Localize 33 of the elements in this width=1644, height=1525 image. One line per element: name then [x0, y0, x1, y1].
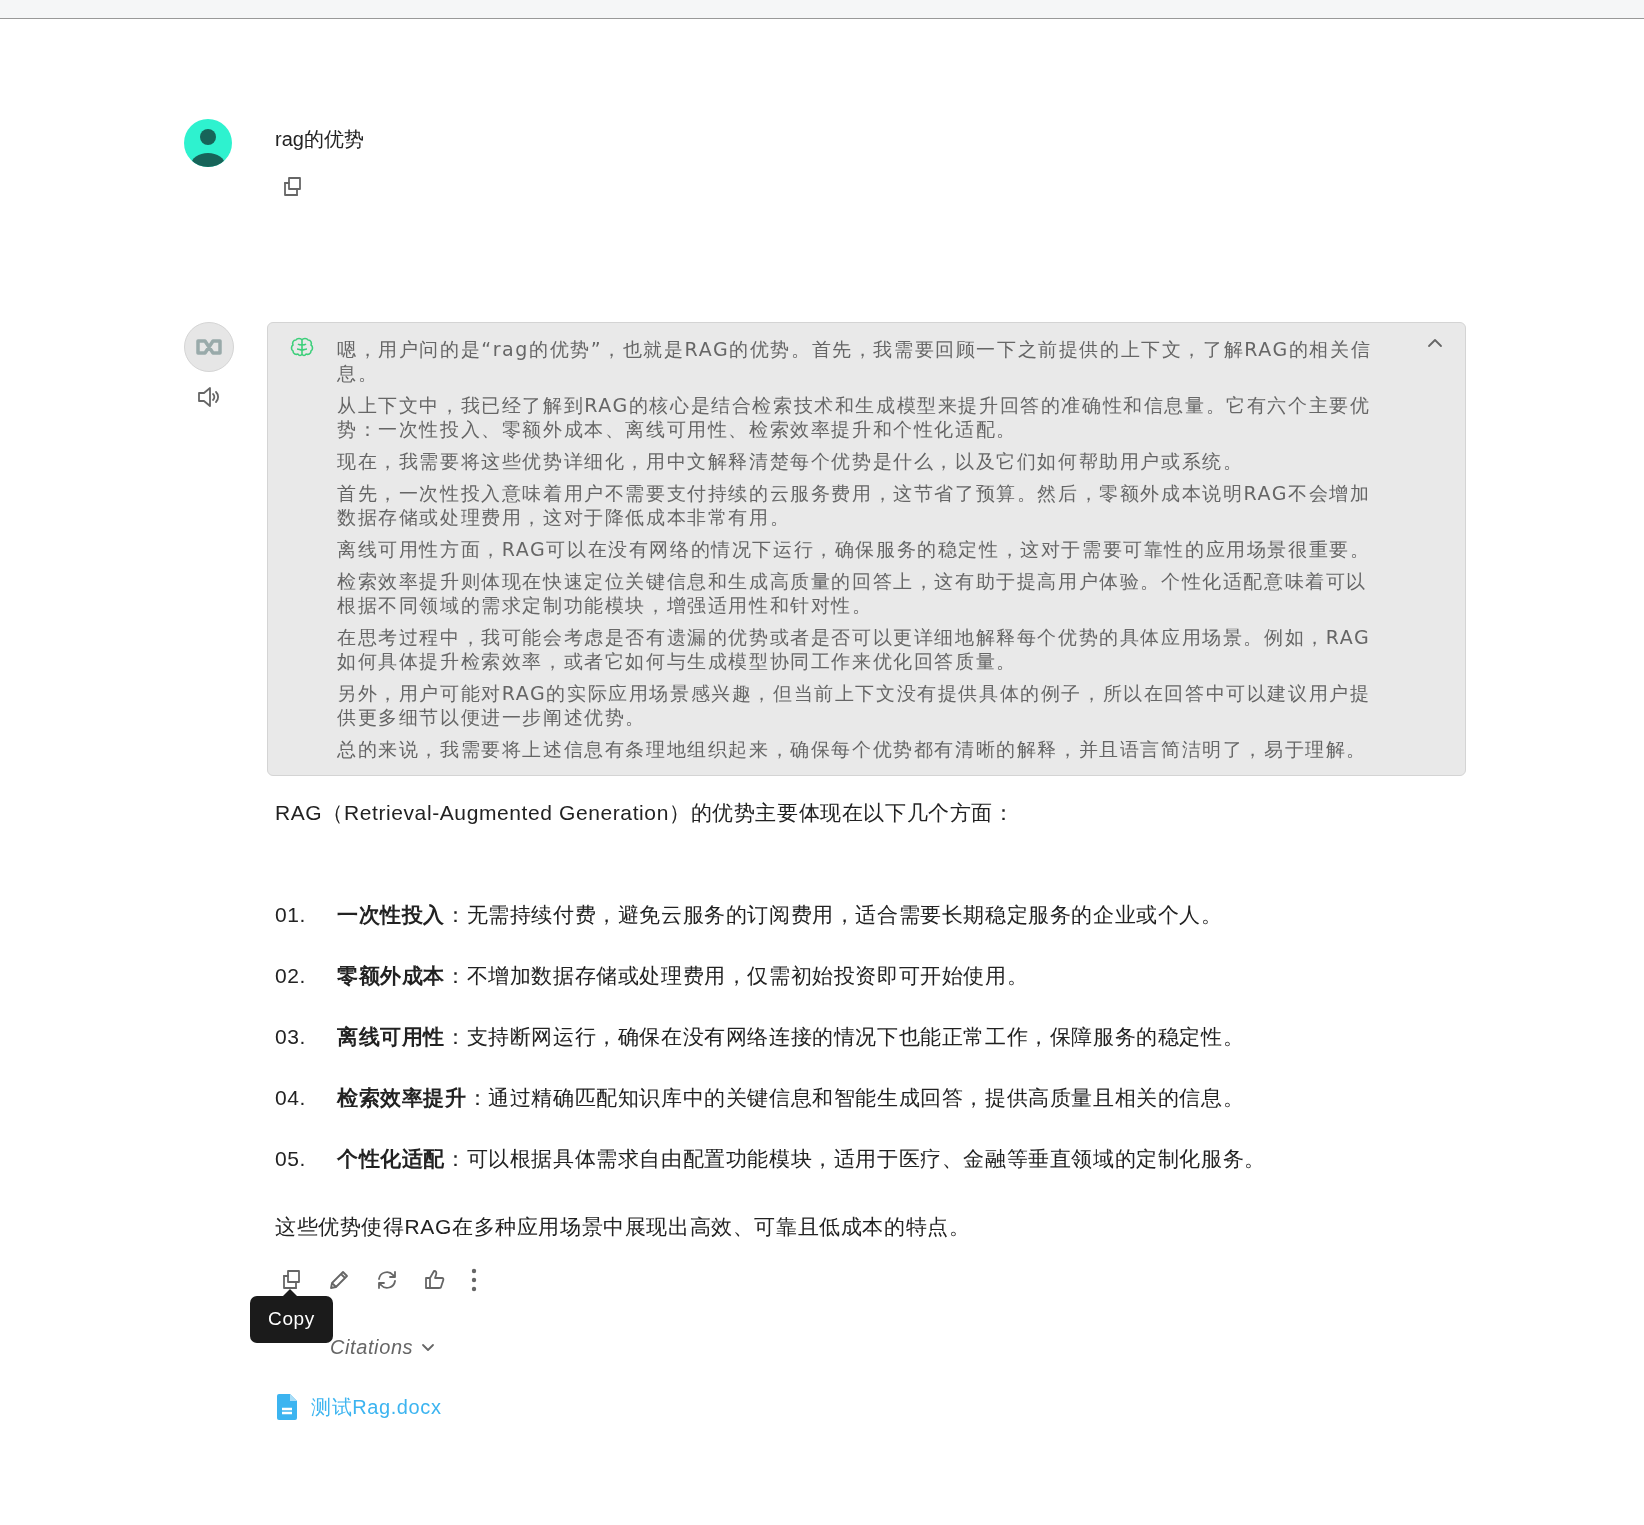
- document-icon: [275, 1393, 299, 1421]
- thinking-paragraph: 总的来说，我需要将上述信息有条理地组织起来，确保每个优势都有清晰的解释，并且语言简洁明了，易于理解。: [337, 737, 1368, 761]
- answer-intro: RAG（Retrieval-Augmented Generation）的优势主要体现在以下几个方面：: [275, 800, 1016, 826]
- list-item-text: 个性化适配：可以根据具体需求自由配置功能模块，适用于医疗、金融等垂直领域的定制化服务。: [337, 1146, 1266, 1172]
- list-number: 01.: [275, 902, 307, 928]
- list-item-text: 检索效率提升：通过精确匹配知识库中的关键信息和智能生成回答，提供高质量且相关的信息。: [337, 1085, 1245, 1111]
- answer-summary: 这些优势使得RAG在多种应用场景中展现出高效、可靠且低成本的特点。: [275, 1214, 972, 1240]
- speaker-icon[interactable]: [196, 384, 222, 410]
- thinking-paragraph: 现在，我需要将这些优势详细化，用中文解释清楚每个优势是什么，以及它们如何帮助用户或系统。: [337, 449, 1245, 473]
- brain-icon: [290, 335, 314, 359]
- thinking-paragraph: 从上下文中，我已经了解到RAG的核心是结合检索技术和生成模型来提升回答的准确性和信息量。它有六个主要优势：一次性投入、零额外成本、离线可用性、检索效率提升和个性化适配。: [337, 393, 1372, 441]
- list-number: 04.: [275, 1085, 307, 1111]
- thumbs-up-icon[interactable]: [423, 1268, 447, 1292]
- thinking-paragraph: 另外，用户可能对RAG的实际应用场景感兴趣，但当前上下文没有提供具体的例子，所以在回答中可以建议用户提供更多细节以便进一步阐述优势。: [337, 681, 1372, 729]
- thinking-paragraph: 检索效率提升则体现在快速定位关键信息和生成高质量的回答上，这有助于提高用户体验。个性化适配意味着可以根据不同领域的需求定制功能模块，增强适用性和针对性。: [337, 569, 1368, 617]
- pencil-icon[interactable]: [327, 1268, 351, 1292]
- user-message: rag的优势: [275, 127, 364, 152]
- list-item-text: 一次性投入：无需持续付费，避免云服务的订阅费用，适合需要长期稳定服务的企业或个人。: [337, 902, 1223, 928]
- thinking-paragraph: 首先，一次性投入意味着用户不需要支付持续的云服务费用，这节省了预算。然后，零额外成本说明RAG不会增加数据存储或处理费用，这对于降低成本非常有用。: [337, 481, 1372, 529]
- list-number: 02.: [275, 963, 307, 989]
- citations-toggle[interactable]: Citations: [330, 1332, 436, 1362]
- refresh-icon[interactable]: [375, 1268, 399, 1292]
- assistant-avatar: [184, 322, 234, 372]
- more-options-icon[interactable]: [471, 1268, 477, 1292]
- thinking-paragraph: 嗯，用户问的是“rag的优势”，也就是RAG的优势。首先，我需要回顾一下之前提供的上下文，了解RAG的相关信息。: [337, 337, 1373, 385]
- tooltip-pointer: [282, 1289, 298, 1297]
- list-item-text: 离线可用性：支持断网运行，确保在没有网络连接的情况下也能正常工作，保障服务的稳定性。: [337, 1024, 1245, 1050]
- thinking-paragraph: 在思考过程中，我可能会考虑是否有遗漏的优势或者是否可以更详细地解释每个优势的具体应用场景。例如，RAG如何具体提升检索效率，或者它如何与生成模型协同工作来优化回答质量。: [337, 625, 1372, 673]
- list-number: 03.: [275, 1024, 307, 1050]
- user-avatar: [184, 119, 232, 167]
- thinking-paragraph: 离线可用性方面，RAG可以在没有网络的情况下运行，确保服务的稳定性，这对于需要可靠性的应用场景很重要。: [337, 537, 1372, 561]
- list-item-text: 零额外成本：不增加数据存储或处理费用，仅需初始投资即可开始使用。: [337, 963, 1029, 989]
- list-number: 05.: [275, 1146, 307, 1172]
